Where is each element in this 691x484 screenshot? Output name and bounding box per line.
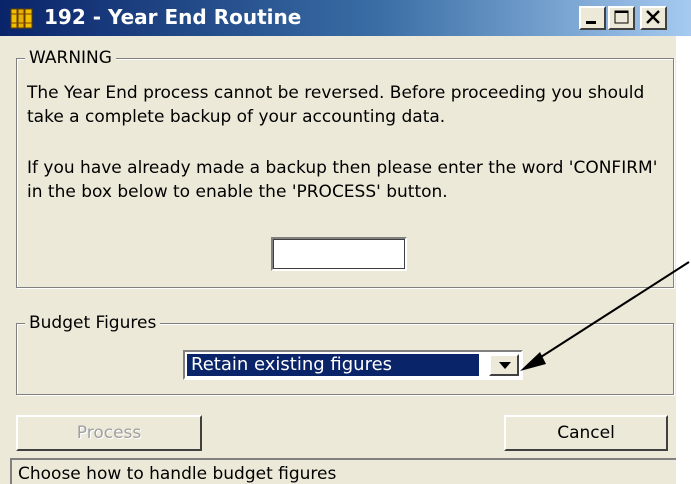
dropdown-button[interactable]	[489, 354, 519, 376]
budget-figures-select[interactable]: Retain existing figures	[183, 350, 523, 380]
chevron-down-icon	[499, 362, 511, 369]
budget-selected-option[interactable]: Retain existing figures	[187, 354, 479, 376]
confirm-input[interactable]	[271, 237, 407, 271]
close-icon	[646, 10, 660, 24]
cancel-button[interactable]: Cancel	[504, 415, 668, 451]
warning-text-confirm: If you have already made a backup then p…	[27, 158, 658, 202]
window-title: 192 - Year End Routine	[44, 5, 302, 29]
background-strip	[676, 36, 691, 484]
warning-text-reversal: The Year End process cannot be reversed.…	[27, 83, 645, 127]
title-bar[interactable]: 192 - Year End Routine	[0, 0, 691, 36]
ledger-books-icon	[10, 6, 34, 30]
status-bar: Choose how to handle budget figures	[10, 458, 690, 484]
budget-figures-group: Budget Figures Retain existing figures	[16, 312, 674, 395]
warning-group: WARNING The Year End process cannot be r…	[16, 47, 674, 288]
maximize-icon	[614, 10, 629, 24]
minimize-button[interactable]	[579, 6, 606, 30]
process-button[interactable]: Process	[16, 415, 202, 451]
status-text: Choose how to handle budget figures	[18, 464, 337, 484]
year-end-routine-window: 192 - Year End Routine WARNING The Year …	[0, 0, 691, 484]
warning-legend: WARNING	[25, 47, 116, 69]
maximize-button[interactable]	[608, 6, 635, 30]
minimize-icon	[586, 21, 596, 24]
budget-legend: Budget Figures	[25, 312, 161, 334]
close-button[interactable]	[640, 6, 667, 30]
